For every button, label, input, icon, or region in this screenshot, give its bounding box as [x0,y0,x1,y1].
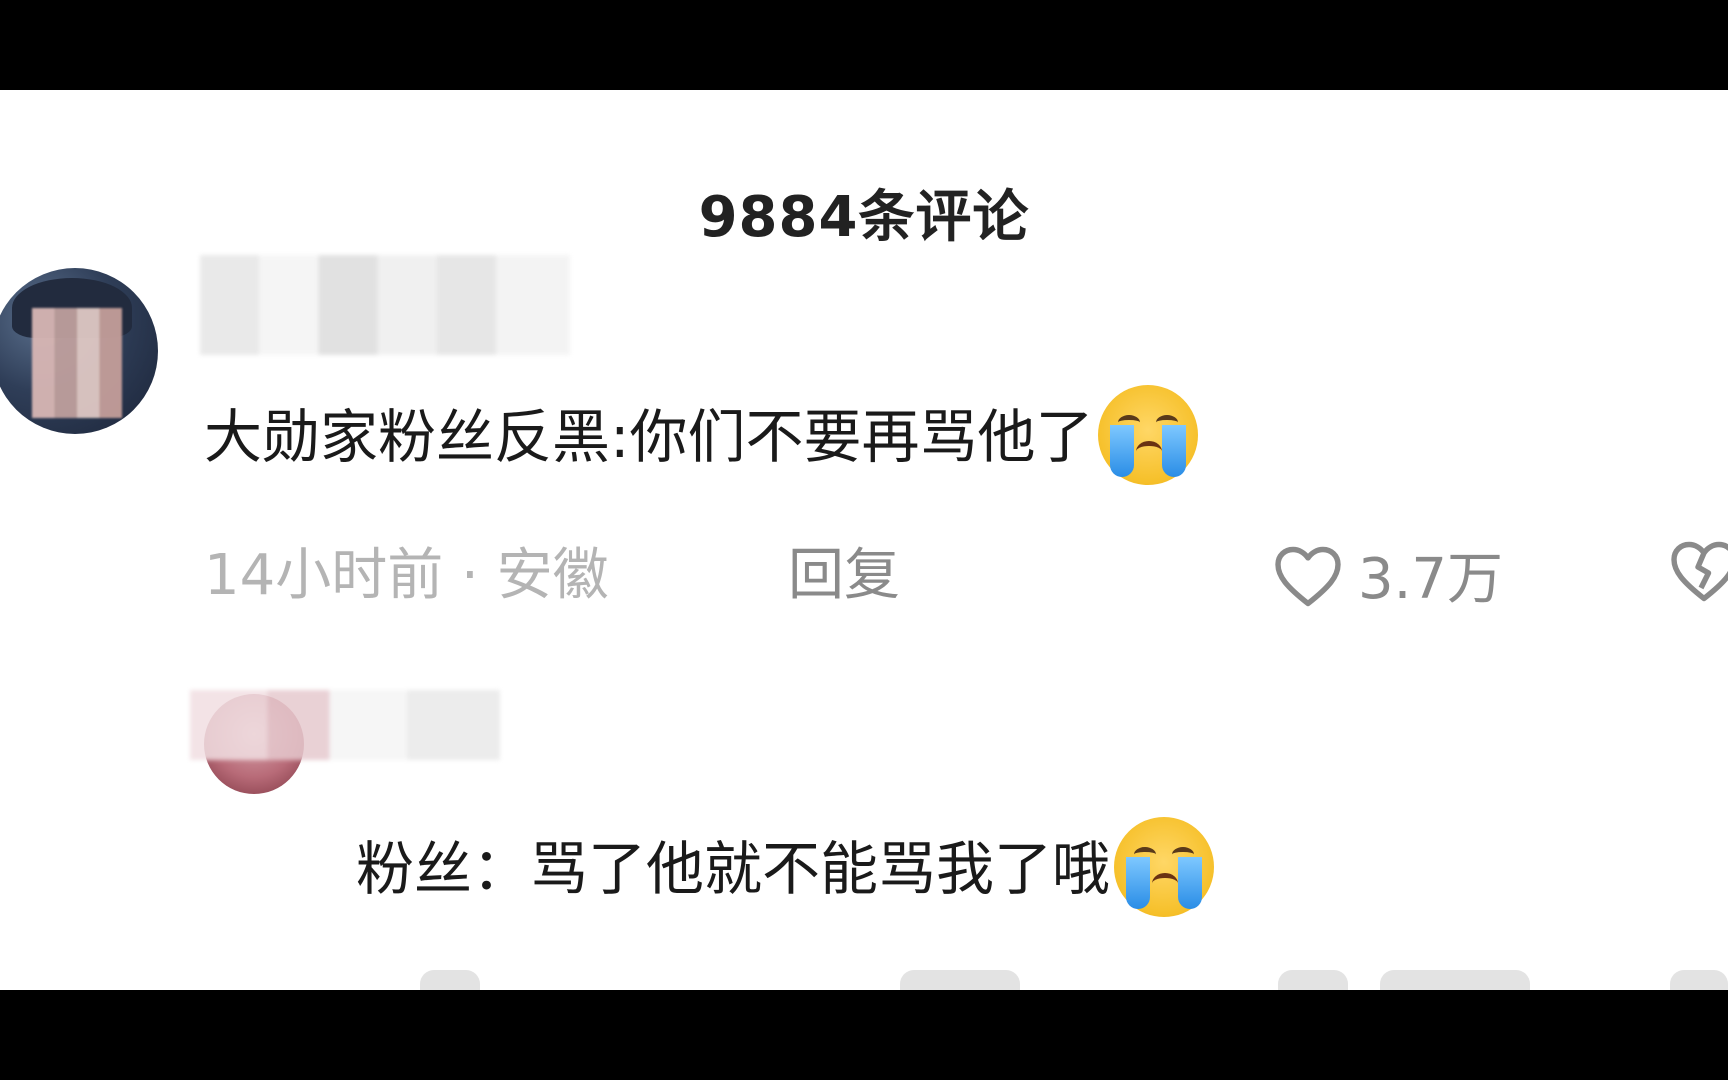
ghost-text [420,970,480,990]
loudly-crying-face-icon [1114,816,1215,917]
comment-text: 粉丝：骂了他就不能骂我了哦 [356,816,1215,923]
broken-heart-icon [1671,541,1728,602]
ghost-text [1380,970,1530,990]
letterbox-top [0,0,1728,90]
comment-panel: 9884条评论 大勋家粉丝反黑:你们不要再骂他了 14小时前 · 安徽 回复 3… [0,90,1728,990]
comment-time-location: 14小时前 · 安徽 [204,543,609,608]
comment-text: 大勋家粉丝反黑:你们不要再骂他了 [204,384,1198,491]
letterbox-bottom [0,990,1728,1080]
comment-body: 粉丝：骂了他就不能骂我了哦 [356,835,1111,903]
avatar-face-pixelated [32,308,122,418]
comment-body: 大勋家粉丝反黑:你们不要再骂他了 [204,403,1094,471]
like-count: 3.7万 [1358,547,1504,612]
cut-off-meta-row [0,970,1728,990]
ghost-text [1670,970,1728,990]
username-pixelated[interactable] [190,690,500,760]
ghost-text [1278,970,1348,990]
dislike-button[interactable] [1668,536,1728,608]
username-pixelated[interactable] [200,255,570,355]
like-button[interactable]: 3.7万 [1272,534,1503,615]
heart-outline-icon [1275,546,1341,606]
reply-button[interactable]: 回复 [788,530,900,611]
loudly-crying-face-icon [1097,384,1198,485]
avatar[interactable] [0,268,158,434]
comment-count-title: 9884条评论 [698,185,1030,250]
ghost-text [900,970,1020,990]
